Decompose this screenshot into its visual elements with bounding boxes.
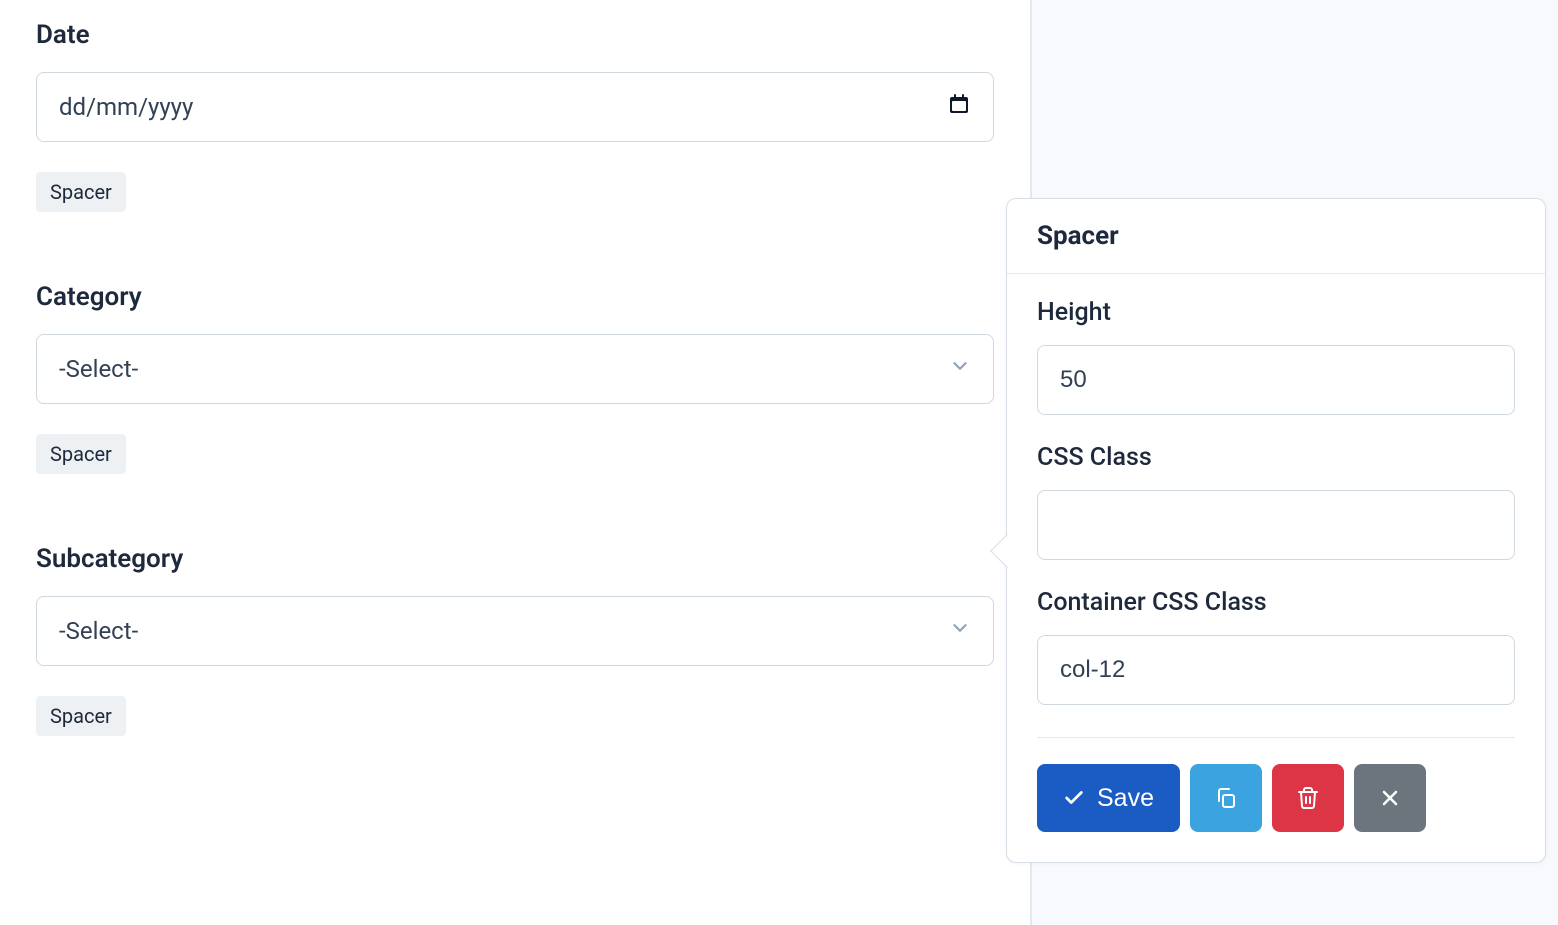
spacer-properties-popover: Spacer Height CSS Class Container CSS Cl…	[1006, 198, 1546, 863]
save-button-label: Save	[1097, 784, 1154, 813]
chevron-down-icon	[949, 617, 971, 645]
chevron-down-icon	[949, 355, 971, 383]
delete-button[interactable]	[1272, 764, 1344, 832]
form-group-subcategory: Subcategory -Select- Spacer	[36, 544, 994, 736]
spacer-badge[interactable]: Spacer	[36, 434, 126, 474]
subcategory-select[interactable]: -Select-	[36, 596, 994, 666]
date-input[interactable]: dd/mm/yyyy	[36, 72, 994, 142]
close-icon	[1378, 786, 1402, 810]
form-group-category: Category -Select- Spacer	[36, 282, 994, 474]
popover-body: Height CSS Class Container CSS Class Sav…	[1007, 274, 1545, 862]
close-button[interactable]	[1354, 764, 1426, 832]
category-select[interactable]: -Select-	[36, 334, 994, 404]
spacer-badge[interactable]: Spacer	[36, 696, 126, 736]
popover-divider	[1037, 737, 1515, 738]
category-placeholder: -Select-	[59, 355, 138, 383]
height-label: Height	[1037, 298, 1515, 327]
container-css-class-input[interactable]	[1037, 635, 1515, 705]
spacer-badge[interactable]: Spacer	[36, 172, 126, 212]
calendar-icon	[947, 92, 971, 122]
check-icon	[1063, 787, 1085, 809]
height-input[interactable]	[1037, 345, 1515, 415]
form-group-date: Date dd/mm/yyyy Spacer	[36, 20, 994, 212]
form-editor-pane: Date dd/mm/yyyy Spacer Category -Select-	[0, 0, 1030, 925]
popover-title: Spacer	[1007, 199, 1545, 274]
subcategory-label: Subcategory	[36, 544, 994, 574]
date-label: Date	[36, 20, 994, 50]
container-css-class-label: Container CSS Class	[1037, 588, 1515, 617]
category-label: Category	[36, 282, 994, 312]
popover-action-row: Save	[1037, 764, 1515, 832]
trash-icon	[1296, 786, 1320, 810]
css-class-label: CSS Class	[1037, 443, 1515, 472]
date-placeholder: dd/mm/yyyy	[59, 93, 193, 121]
css-class-input[interactable]	[1037, 490, 1515, 560]
save-button[interactable]: Save	[1037, 764, 1180, 832]
duplicate-button[interactable]	[1190, 764, 1262, 832]
copy-icon	[1214, 786, 1238, 810]
subcategory-placeholder: -Select-	[59, 617, 138, 645]
